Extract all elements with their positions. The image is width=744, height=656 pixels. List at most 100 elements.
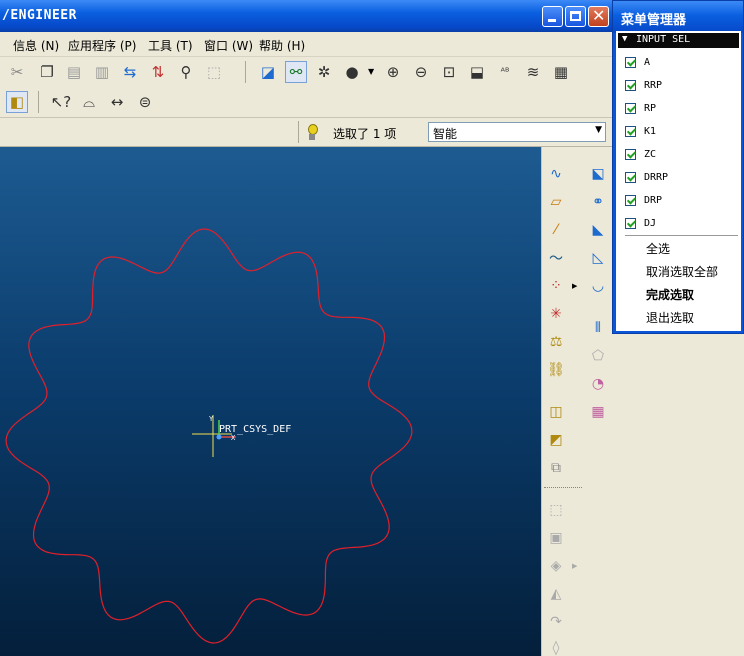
box-feature-icon[interactable]: ⬕ [586,163,610,185]
menu-info[interactable]: 信息 (N) [13,37,59,54]
checkbox-checked-icon[interactable] [625,171,636,183]
option-zc[interactable]: ZC [625,145,656,163]
datum-display-icon[interactable]: ⚯ [285,61,307,83]
checkbox-checked-icon[interactable] [625,194,636,206]
checkbox-checked-icon[interactable] [625,125,636,137]
maximize-button[interactable] [565,6,586,27]
datum-plane-icon[interactable]: ▱ [544,191,568,213]
context-help-icon[interactable]: ↖? [50,91,72,113]
canvas-drawing: Y X PRT_CSYS_DEF [5,228,413,644]
menu-window[interactable]: 窗口 (W) [204,37,253,54]
extrude-icon[interactable]: ⬚ [544,499,568,521]
view-manager-icon[interactable]: ▦ [550,61,572,83]
option-a[interactable]: A [625,53,650,71]
option-drrp[interactable]: DRRP [625,168,668,186]
orient-icon[interactable]: ⬓ [466,61,488,83]
checkbox-checked-icon[interactable] [625,148,636,160]
paste-special-icon[interactable]: ▥ [91,61,113,83]
quit-select-button[interactable]: 退出选取 [646,309,694,326]
graphics-window[interactable]: Y X PRT_CSYS_DEF [0,147,541,656]
measure-icon[interactable]: ↔ [106,91,128,113]
revolve-icon[interactable]: ▣ [544,527,568,549]
mirror-icon[interactable]: ⫴ [586,317,610,339]
option-drp[interactable]: DRP [625,191,662,209]
minimize-button[interactable] [542,6,563,27]
pattern-icon[interactable]: ⚭ [586,191,610,213]
checkbox-checked-icon[interactable] [625,79,636,91]
spin-center-icon[interactable]: ✲ [313,61,335,83]
find-icon[interactable]: ⚲ [175,61,197,83]
section-title: INPUT SEL [636,34,691,45]
toolbar-separator [544,487,582,489]
selection-status-bar: 选取了 1 项 智能 ▼ [0,118,612,147]
menu-manager-title: 菜单管理器 [621,13,687,28]
analysis-feature-icon[interactable]: ⚖ [544,331,568,353]
select-box-icon[interactable]: ⬚ [203,61,225,83]
insert-part-icon[interactable]: ◩ [544,429,568,451]
shading-dropdown-icon[interactable]: ▼ [368,67,374,76]
datum-axis-icon[interactable]: ⁄ [544,219,568,241]
select-all-button[interactable]: 全选 [646,240,670,257]
datum-curve-sketch-icon[interactable]: ∿ [544,163,568,185]
selection-filter-dropdown[interactable]: 智能 ▼ [428,122,606,142]
checkbox-checked-icon[interactable] [625,56,636,68]
csys-name-label: PRT_CSYS_DEF [219,424,291,435]
cut-icon[interactable]: ✂ [6,61,28,83]
hole-icon[interactable]: ↷ [544,611,568,633]
title-bar: /ENGINEER ✕ [0,0,612,32]
input-sel-header[interactable]: ▼ INPUT SEL [618,33,739,48]
menu-divider [625,235,738,236]
collapse-triangle-icon: ▼ [622,34,628,44]
boundary-blend-icon[interactable]: ◡ [586,275,610,297]
minimize-icon [548,19,556,22]
refit-icon[interactable]: ⊡ [438,61,460,83]
option-label: K1 [644,125,657,137]
option-label: A [644,56,651,68]
regenerate-icon[interactable]: ⇆ [119,61,141,83]
checkbox-checked-icon[interactable] [625,217,636,229]
zoom-out-icon[interactable]: ⊖ [410,61,432,83]
shell-icon[interactable]: ◊ [544,637,568,656]
checkbox-checked-icon[interactable] [625,102,636,114]
menu-tools[interactable]: 工具 (T) [148,37,193,54]
distance-icon[interactable]: ⌓ [78,91,100,113]
filter-value: 智能 [433,127,458,141]
datum-curve-icon[interactable]: 〜 [544,247,568,269]
coordinate-system-icon[interactable]: ✳ [544,303,568,325]
menu-help[interactable]: 帮助 (H) [259,37,305,54]
coordinate-system[interactable]: Y X PRT_CSYS_DEF [192,415,291,457]
zoom-in-icon[interactable]: ⊕ [382,61,404,83]
blend-icon[interactable]: ◭ [544,583,568,605]
merge-icon[interactable]: ⬠ [586,345,610,367]
sketch-curve[interactable] [5,228,413,644]
copy-icon[interactable]: ❐ [36,61,58,83]
shading-icon[interactable]: ● [341,61,363,83]
table-icon[interactable]: ▦ [586,401,610,423]
trim-icon[interactable]: ◔ [586,373,610,395]
saved-views-icon[interactable]: ᴬᴮ [494,61,516,83]
menu-applications[interactable]: 应用程序 (P) [68,37,136,54]
regenerate-manager-icon[interactable]: ⇅ [147,61,169,83]
chevron-right-icon[interactable]: ▶ [572,562,577,570]
copy-feature-icon[interactable]: ⧉ [544,457,568,479]
chevron-right-icon[interactable]: ▶ [572,282,577,290]
option-k1[interactable]: K1 [625,122,656,140]
close-button[interactable]: ✕ [588,6,609,27]
sketch-icon[interactable]: ◪ [257,61,279,83]
option-rp[interactable]: RP [625,99,656,117]
option-dj[interactable]: DJ [625,214,656,232]
datum-point-icon[interactable]: ⁘ [544,275,568,297]
deselect-all-button[interactable]: 取消选取全部 [646,263,718,280]
layers-icon[interactable]: ≋ [522,61,544,83]
surface-icon[interactable]: ◺ [586,247,610,269]
insert-mode-icon[interactable]: ◫ [544,401,568,423]
sweep-icon[interactable]: ◈ [544,555,568,577]
toolbar-secondary: ◧ ↖? ⌓ ↔ ⊜ [0,87,612,118]
select-filter-icon[interactable]: ◧ [6,91,28,113]
done-select-button[interactable]: 完成选取 [646,286,694,303]
option-rrp[interactable]: RRP [625,76,662,94]
model-analysis-icon[interactable]: ⊜ [134,91,156,113]
paste-icon[interactable]: ▤ [63,61,85,83]
chain-icon[interactable]: ⛓ [544,359,568,381]
draft-icon[interactable]: ◣ [586,219,610,241]
